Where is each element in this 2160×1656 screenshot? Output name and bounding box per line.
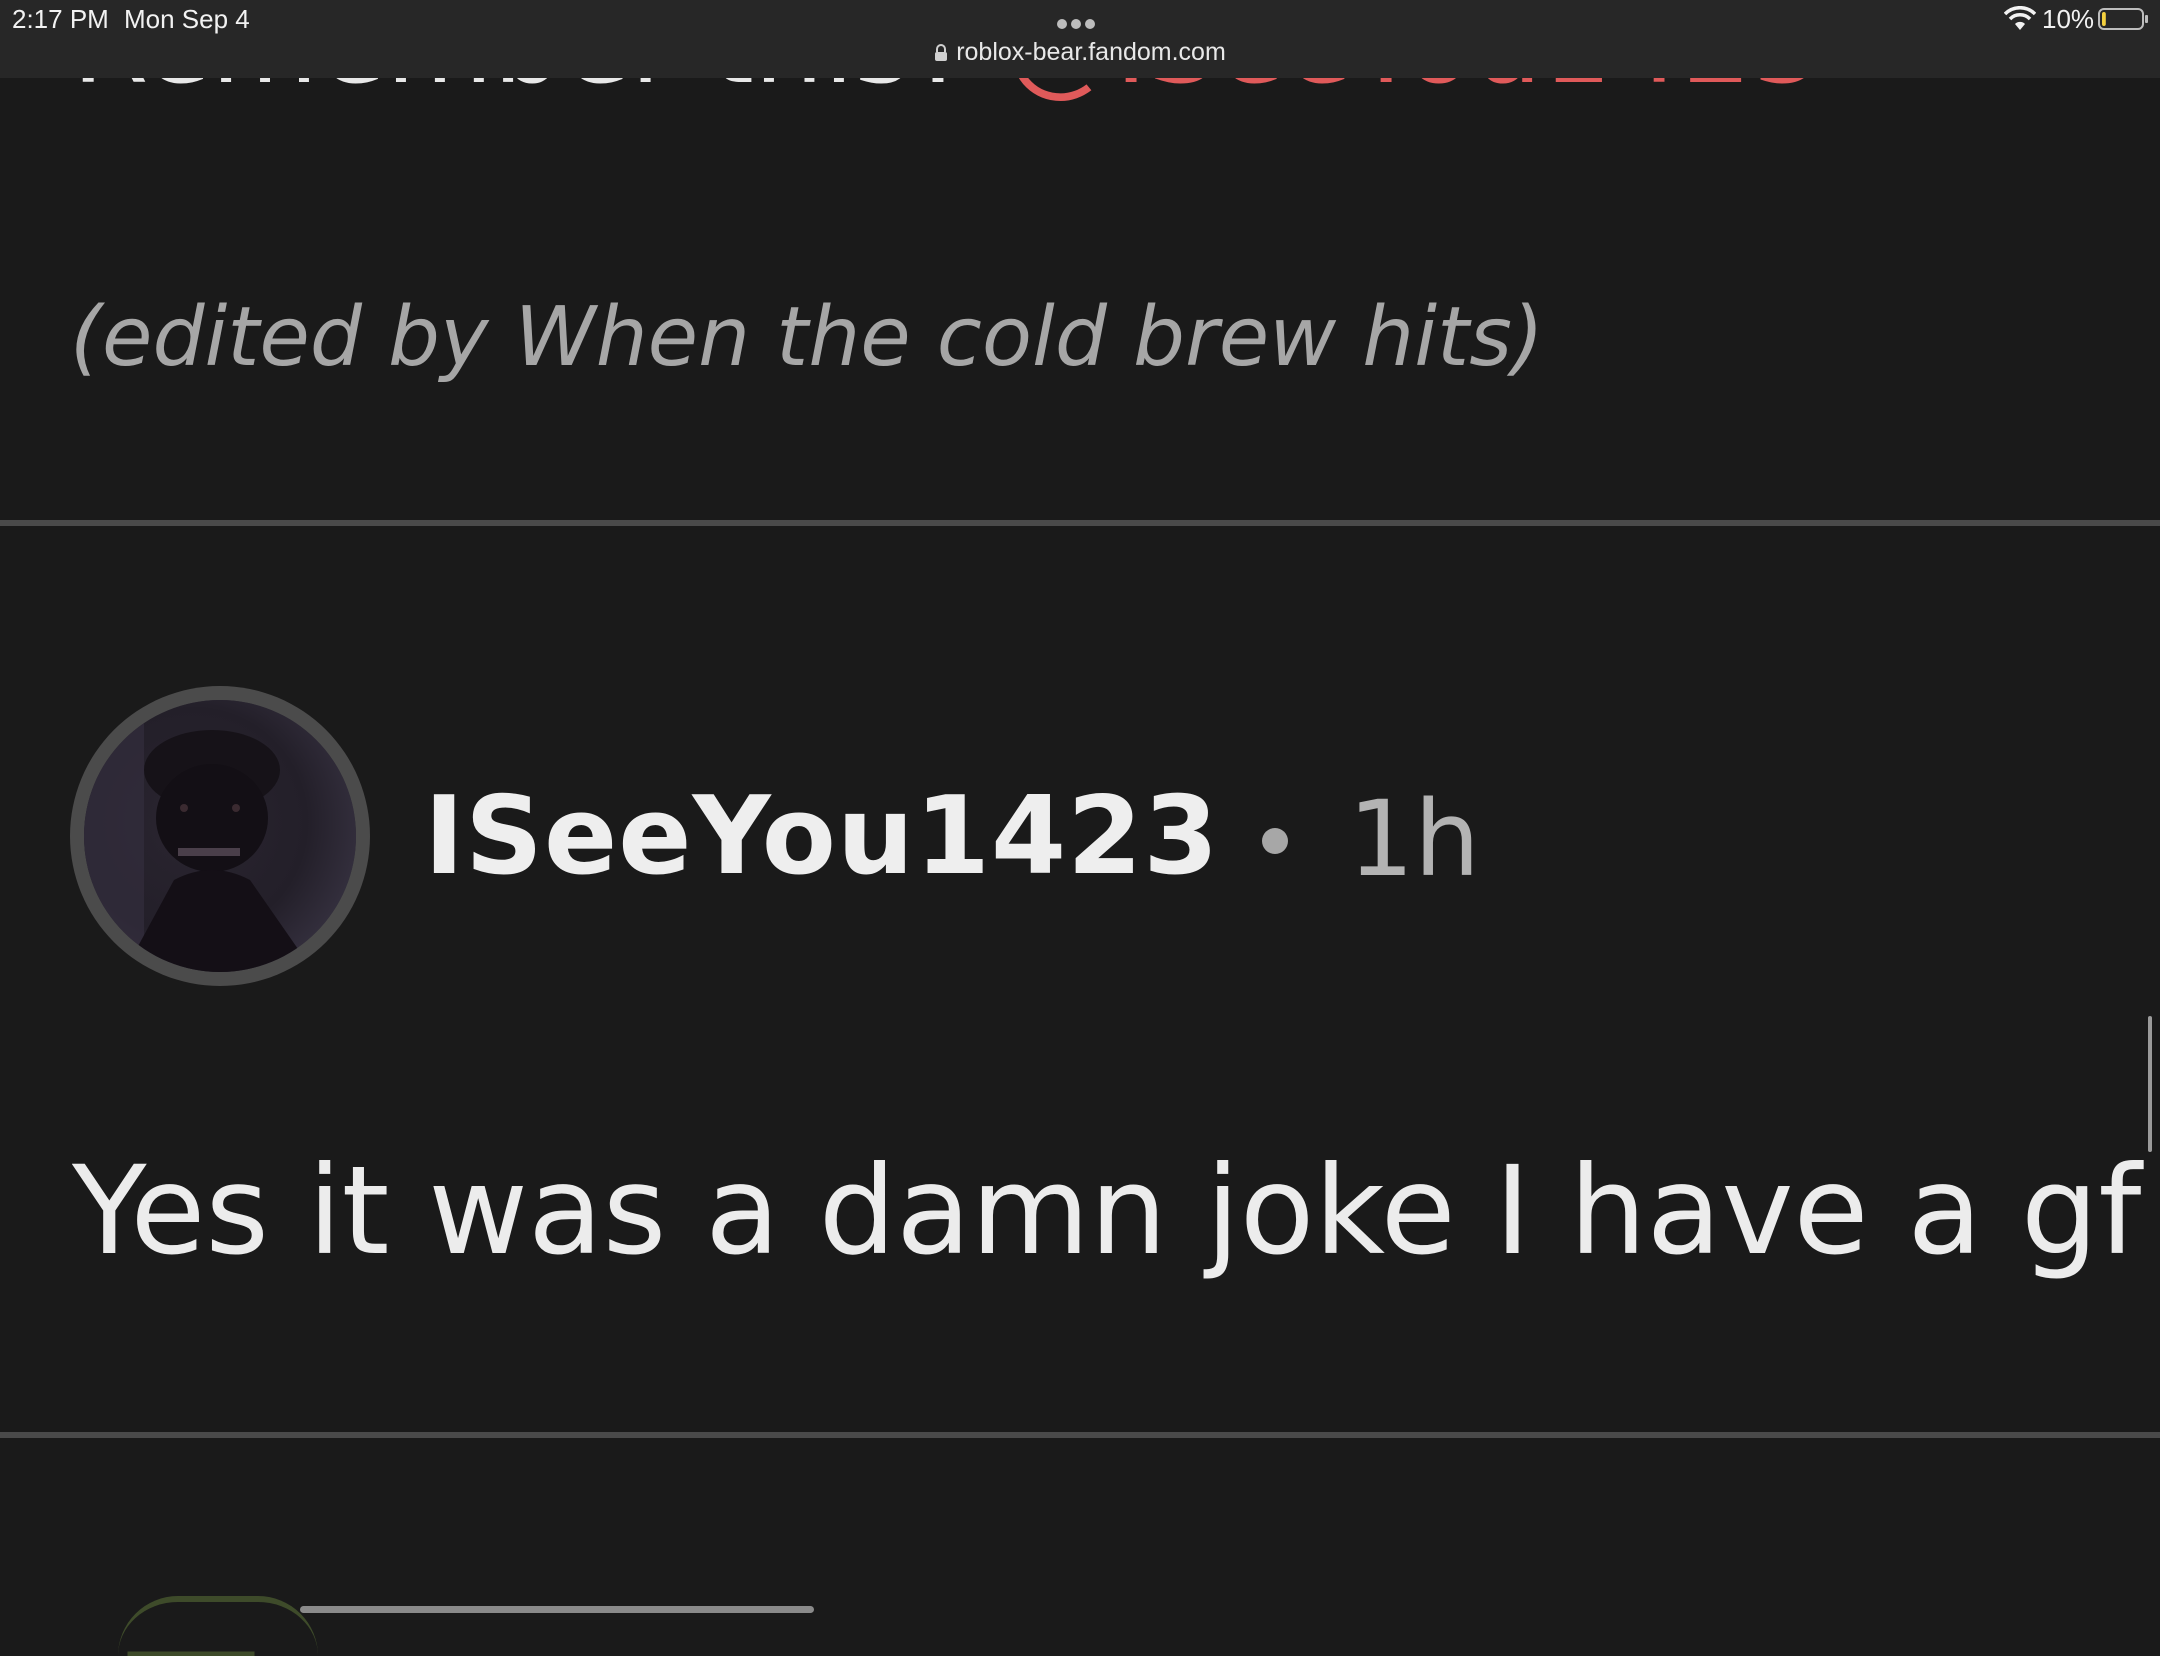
- next-avatar[interactable]: [118, 1596, 318, 1656]
- comment-timestamp[interactable]: 1h: [1348, 778, 1480, 900]
- battery-fill: [2102, 12, 2106, 26]
- url-text: roblox-bear.fandom.com: [956, 38, 1226, 66]
- browser-status-bar: 2:17 PM Mon Sep 4 10% roblox-bear.fandom…: [0, 0, 2160, 78]
- battery-percent: 10%: [2042, 4, 2095, 34]
- comment-author-link[interactable]: ISeeYou1423: [424, 774, 1219, 899]
- avatar-image: [84, 700, 356, 972]
- address-bar[interactable]: roblox-bear.fandom.com: [0, 38, 2160, 67]
- scrollbar[interactable]: [2148, 1016, 2152, 1152]
- status-date: Mon Sep 4: [124, 4, 250, 34]
- status-time: 2:17 PM: [12, 4, 109, 34]
- comment-body: Yes it was a damn joke I have a gf r: [72, 1140, 2160, 1282]
- avatar[interactable]: [70, 686, 370, 986]
- lock-icon: [935, 44, 948, 61]
- edited-note: (edited by When the cold brew hits): [70, 290, 1544, 385]
- comment-divider: [0, 520, 2160, 526]
- battery-icon: [2098, 8, 2148, 30]
- home-indicator[interactable]: [300, 1606, 814, 1613]
- meta-separator-dot: [1262, 828, 1288, 854]
- wifi-icon: [2004, 6, 2036, 30]
- multitasking-dots-icon[interactable]: [1057, 14, 1103, 29]
- comment-divider: [0, 1432, 2160, 1438]
